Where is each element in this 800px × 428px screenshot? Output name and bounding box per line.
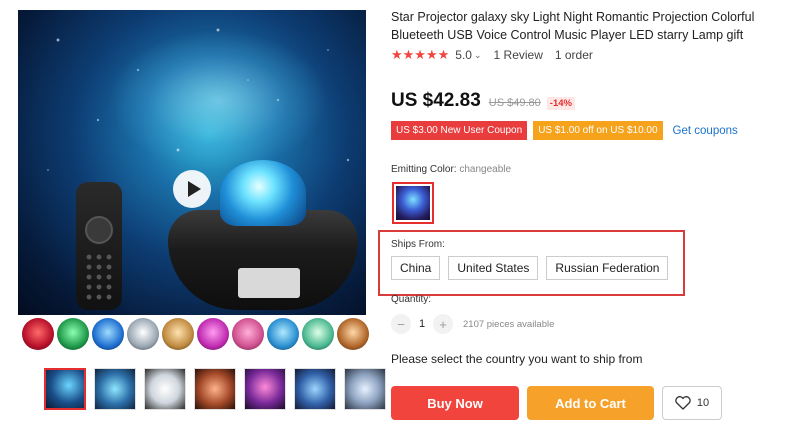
current-price: US $42.83 (391, 90, 481, 111)
remote-control-image (76, 182, 122, 310)
emitting-color-value: changeable (459, 164, 512, 175)
thumbnail-1[interactable] (44, 368, 86, 410)
available-stock: 2107 pieces available (463, 318, 555, 330)
product-title: Star Projector galaxy sky Light Night Ro… (391, 10, 755, 42)
rating-value[interactable]: 5.0 (455, 48, 472, 62)
price-row: US $42.83 US $49.80 -14% (391, 90, 575, 112)
cyan-effect-swatch (267, 318, 299, 350)
rose-effect-swatch (232, 318, 264, 350)
reviews-link[interactable]: 1 Review (494, 48, 543, 62)
thumbnail-strip (44, 368, 386, 410)
thumbnail-6[interactable] (294, 368, 336, 410)
chevron-down-icon[interactable]: ⌄ (474, 50, 482, 61)
effect-swatch-row (22, 318, 369, 350)
ship-option-russian-federation[interactable]: Russian Federation (546, 256, 669, 280)
rating-row: ★★★★★ 5.0 ⌄ 1 Review 1 order (391, 47, 593, 63)
decrease-quantity-button[interactable]: − (391, 314, 411, 334)
heart-icon (675, 396, 691, 410)
red-effect-swatch (22, 318, 54, 350)
ship-option-china[interactable]: China (391, 256, 441, 280)
aqua-effect-swatch (302, 318, 334, 350)
warm-effect-swatch (162, 318, 194, 350)
discount-badge: -14% (546, 97, 575, 110)
buy-now-button[interactable]: Buy Now (391, 386, 519, 420)
emitting-color-label: Emitting Color: changeable (391, 164, 512, 175)
thumbnail-7[interactable] (344, 368, 386, 410)
store-coupon[interactable]: US $1.00 off on US $10.00 (533, 121, 663, 140)
new-user-coupon[interactable]: US $3.00 New User Coupon (391, 121, 528, 140)
thumbnail-2[interactable] (94, 368, 136, 410)
quantity-label: Quantity: (391, 294, 432, 305)
increase-quantity-button[interactable]: + (433, 314, 453, 334)
coupon-row: US $3.00 New User Coupon US $1.00 off on… (391, 121, 738, 140)
quantity-stepper: − 1 + 2107 pieces available (391, 314, 554, 334)
amber-effect-swatch (337, 318, 369, 350)
nebula-glow (108, 30, 328, 170)
thumbnail-3[interactable] (144, 368, 186, 410)
product-page: Star Projector galaxy sky Light Night Ro… (0, 0, 800, 428)
green-effect-swatch (57, 318, 89, 350)
ships-from-options: China United States Russian Federation (391, 256, 669, 280)
blue-effect-swatch (92, 318, 124, 350)
pink-effect-swatch (197, 318, 229, 350)
white-effect-swatch (127, 318, 159, 350)
orders-count: 1 order (554, 48, 593, 62)
rating-stars-icon: ★★★★★ (391, 47, 450, 62)
wishlist-count: 10 (696, 397, 710, 409)
ship-country-notice: Please select the country you want to sh… (391, 352, 643, 366)
main-product-image[interactable] (18, 10, 366, 315)
color-option-swatch[interactable] (392, 182, 434, 224)
play-video-icon[interactable] (173, 170, 211, 208)
ships-from-label: Ships From: (391, 239, 445, 250)
ship-option-united-states[interactable]: United States (448, 256, 539, 280)
original-price: US $49.80 (488, 97, 541, 109)
thumbnail-5[interactable] (244, 368, 286, 410)
wishlist-button[interactable]: 10 (662, 386, 722, 420)
quantity-value[interactable]: 1 (411, 318, 433, 330)
thumbnail-4[interactable] (194, 368, 236, 410)
get-coupons-link[interactable]: Get coupons (673, 125, 738, 137)
add-to-cart-button[interactable]: Add to Cart (527, 386, 654, 420)
